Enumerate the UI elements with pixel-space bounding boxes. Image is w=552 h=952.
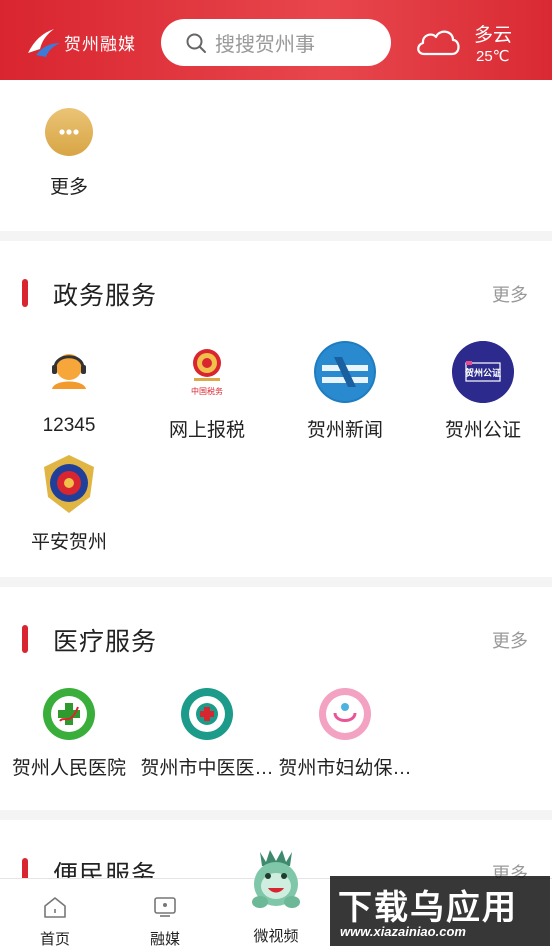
watermark-title: 下载乌应用 xyxy=(338,888,518,928)
gov-tile-news[interactable]: 贺州新闻 xyxy=(276,341,414,442)
more-apps-tile[interactable]: 更多 xyxy=(0,108,138,199)
med-tile-maternal-child[interactable]: 贺州市妇幼保… xyxy=(276,687,414,780)
app-logo[interactable]: 贺州融媒 xyxy=(24,24,136,60)
tax-emblem-icon: 中国税务 xyxy=(176,341,238,403)
gov-tile-police[interactable]: 平安贺州 xyxy=(0,453,138,554)
tab-label: 首页 xyxy=(39,931,70,948)
med-label: 贺州市中医医… xyxy=(140,758,274,779)
gov-tile-tax[interactable]: 中国税务 网上报税 xyxy=(138,341,276,442)
weather-widget[interactable]: 多云 25℃ xyxy=(414,14,544,69)
home-icon xyxy=(44,897,66,918)
tab-label: 微视频 xyxy=(253,928,299,945)
tab-media[interactable]: 融媒 xyxy=(110,879,220,952)
gov-label: 网上报税 xyxy=(168,420,245,441)
medical-services-section: 医疗服务 更多 贺州人民医院 贺州市中医医… 贺州市妇幼保… xyxy=(0,587,552,810)
gov-label: 12345 xyxy=(42,415,96,436)
gov-label: 平安贺州 xyxy=(30,532,107,553)
tab-label: 融媒 xyxy=(149,931,180,948)
quick-apps-section: 更多 xyxy=(0,80,552,231)
svg-text:中国税务: 中国税务 xyxy=(191,386,223,396)
more-apps-label: 更多 xyxy=(49,177,88,198)
med-label: 贺州市妇幼保… xyxy=(278,758,412,779)
cloud-icon xyxy=(417,30,460,56)
tcm-hospital-icon xyxy=(180,687,234,741)
svg-text:贺州公证: 贺州公证 xyxy=(464,367,501,379)
section-accent-bar xyxy=(22,279,28,307)
med-tile-tcm-hospital[interactable]: 贺州市中医医… xyxy=(138,687,276,780)
notary-icon: 贺州公证 xyxy=(452,341,514,403)
watermark: 下载乌应用 www.xiazainiao.com xyxy=(330,876,550,946)
section-more-link[interactable]: 更多 xyxy=(492,281,528,307)
search-icon xyxy=(186,33,206,53)
weather-temperature: 25℃ xyxy=(476,48,510,65)
section-title: 政务服务 xyxy=(53,282,158,310)
media-icon xyxy=(154,897,176,917)
gov-label: 贺州新闻 xyxy=(306,420,383,441)
section-accent-bar xyxy=(22,625,28,653)
watermark-url: www.xiazainiao.com xyxy=(340,924,466,939)
gov-tile-12345[interactable]: 12345 xyxy=(0,341,138,437)
med-label: 贺州人民医院 xyxy=(11,758,126,779)
tab-home[interactable]: 首页 xyxy=(0,879,110,952)
police-badge-icon xyxy=(38,453,100,515)
search-bar[interactable]: 搜搜贺州事 xyxy=(161,19,391,66)
section-more-link[interactable]: 更多 xyxy=(492,627,528,653)
section-header: 医疗服务 更多 xyxy=(0,587,552,689)
peoples-hospital-icon xyxy=(42,687,96,741)
weather-condition: 多云 xyxy=(474,25,513,46)
gov-services-section: 政务服务 更多 12345 中国税务 网上报税 贺州新闻 贺州公证 贺州公证 平… xyxy=(0,241,552,577)
maternal-child-hospital-icon xyxy=(318,687,372,741)
search-placeholder: 搜搜贺州事 xyxy=(215,34,315,56)
section-title: 医疗服务 xyxy=(53,628,158,656)
section-header: 政务服务 更多 xyxy=(0,241,552,343)
hezhou-news-icon xyxy=(314,341,376,403)
logo-text: 贺州融媒 xyxy=(64,34,136,55)
gov-tile-notary[interactable]: 贺州公证 贺州公证 xyxy=(414,341,552,442)
logo-icon xyxy=(28,29,60,57)
mascot-icon[interactable] xyxy=(246,846,306,912)
customer-service-icon xyxy=(38,341,100,403)
gov-label: 贺州公证 xyxy=(444,420,521,441)
med-tile-peoples-hospital[interactable]: 贺州人民医院 xyxy=(0,687,138,780)
top-header: 贺州融媒 搜搜贺州事 多云 25℃ xyxy=(0,0,552,80)
more-dots-icon xyxy=(45,108,93,156)
